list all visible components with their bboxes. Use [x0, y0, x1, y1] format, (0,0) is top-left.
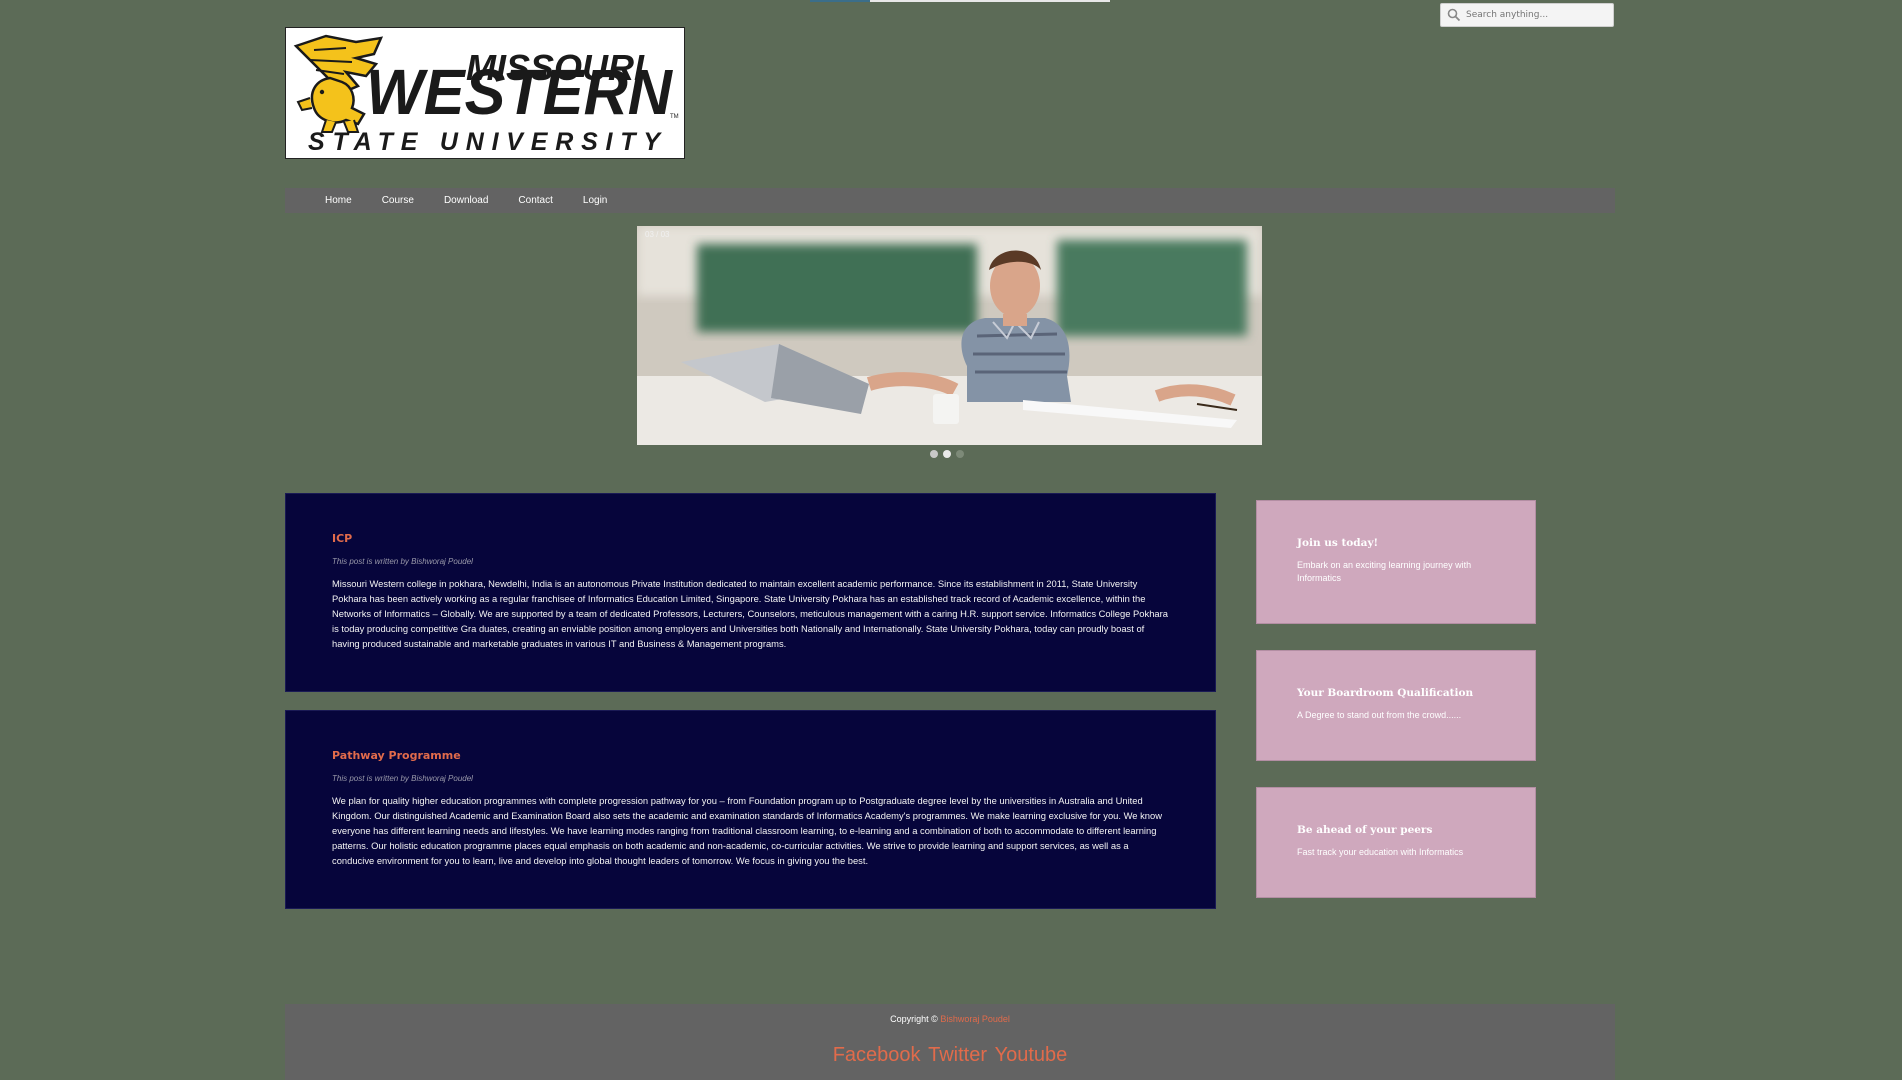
nav-item-login[interactable]: Login — [583, 195, 607, 206]
nav-item-home[interactable]: Home — [325, 195, 352, 206]
svg-text:STATE UNIVERSITY: STATE UNIVERSITY — [308, 128, 662, 156]
promo-title: Join us today! — [1297, 537, 1379, 549]
facebook-link[interactable]: Facebook — [833, 1044, 921, 1066]
university-logo[interactable]: MISSOURI WESTERN TM STATE UNIVERSITY — [285, 27, 685, 159]
slide-image — [637, 226, 1262, 445]
search-input[interactable] — [1466, 10, 1606, 20]
slider-dot-3[interactable] — [956, 450, 964, 458]
promo-card-join[interactable]: Join us today! Embark on an exciting lea… — [1256, 500, 1536, 624]
promo-title: Your Boardroom Qualification — [1297, 687, 1474, 699]
post-byline: This post is written by Bishworaj Poudel — [332, 774, 473, 783]
nav-item-course[interactable]: Course — [382, 195, 414, 206]
copyright-line: Copyright © Bishworaj Poudel — [285, 1014, 1615, 1024]
svg-text:WESTERN: WESTERN — [366, 56, 674, 128]
top-progress-bar — [810, 0, 1110, 2]
image-slider[interactable]: 03 / 03 — [637, 226, 1262, 445]
post-byline: This post is written by Bishworaj Poudel — [332, 557, 473, 566]
post-card-pathway: Pathway Programme This post is written b… — [285, 710, 1216, 909]
promo-text: A Degree to stand out from the crowd....… — [1297, 710, 1462, 720]
post-body: We plan for quality higher education pro… — [332, 795, 1162, 866]
post-title[interactable]: Pathway Programme — [332, 749, 1169, 762]
post-body: Missouri Western college in pokhara, New… — [332, 578, 1168, 649]
slider-dot-1[interactable] — [930, 450, 938, 458]
post-title[interactable]: ICP — [332, 532, 1169, 545]
post-card-icp: ICP This post is written by Bishworaj Po… — [285, 493, 1216, 692]
promo-title: Be ahead of your peers — [1297, 824, 1433, 836]
twitter-link[interactable]: Twitter — [928, 1044, 987, 1066]
top-progress-fill — [810, 0, 870, 2]
promo-card-peers[interactable]: Be ahead of your peers Fast track your e… — [1256, 787, 1536, 898]
copyright-author[interactable]: Bishworaj Poudel — [940, 1014, 1010, 1024]
nav-item-download[interactable]: Download — [444, 195, 488, 206]
social-links: Facebook Twitter Youtube — [285, 1044, 1615, 1067]
site-footer: Copyright © Bishworaj Poudel Facebook Tw… — [285, 1004, 1615, 1080]
logo-graphic: MISSOURI WESTERN TM STATE UNIVERSITY — [293, 34, 679, 156]
promo-text: Fast track your education with Informati… — [1297, 847, 1464, 857]
svg-text:TM: TM — [670, 114, 679, 120]
promo-text: Embark on an exciting learning journey w… — [1297, 560, 1472, 583]
search-box[interactable] — [1440, 3, 1614, 27]
nav-item-contact[interactable]: Contact — [518, 195, 552, 206]
slide-counter: 03 / 03 — [645, 230, 670, 239]
copyright-prefix: Copyright © — [890, 1014, 938, 1024]
promo-card-boardroom[interactable]: Your Boardroom Qualification A Degree to… — [1256, 650, 1536, 761]
slider-dot-2[interactable] — [943, 450, 951, 458]
search-icon — [1447, 8, 1461, 22]
main-nav: Home Course Download Contact Login — [285, 188, 1615, 213]
slider-dots — [930, 450, 964, 458]
youtube-link[interactable]: Youtube — [995, 1044, 1068, 1066]
